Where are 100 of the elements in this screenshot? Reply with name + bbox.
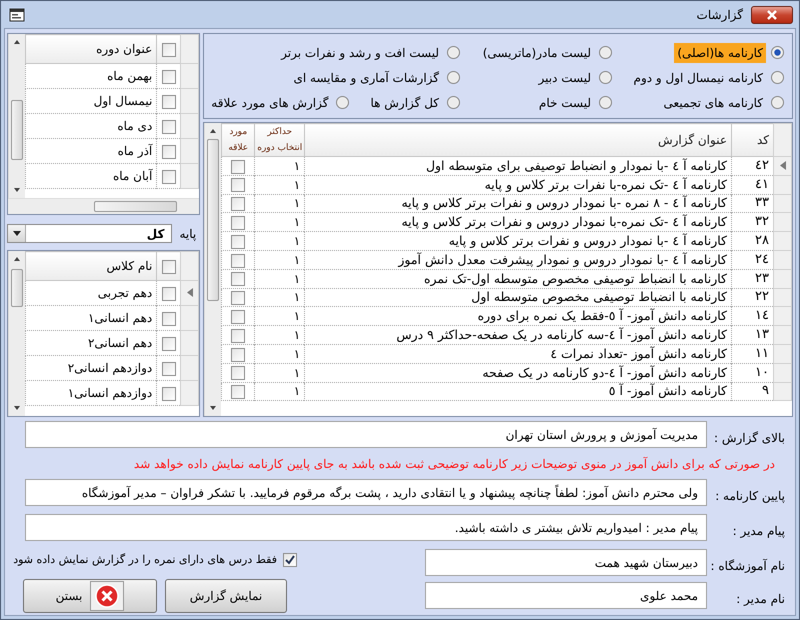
favorite-checkbox[interactable]	[231, 234, 246, 249]
table-cell: ١	[254, 250, 305, 270]
favorite-checkbox[interactable]	[231, 291, 246, 306]
close-button[interactable]: بستن	[23, 579, 157, 613]
table-cell: ٩	[732, 382, 774, 401]
column-header[interactable]: حداکثر انتخاب دوره	[254, 124, 305, 156]
row-checkbox[interactable]	[162, 70, 176, 84]
radio-icon	[599, 46, 612, 59]
close-button[interactable]	[751, 6, 793, 24]
row-checkbox[interactable]	[162, 120, 176, 134]
table-cell: ١	[254, 363, 305, 382]
field-label: پایین کارنامه :	[714, 488, 786, 505]
check-icon	[285, 555, 295, 566]
table-cell: کارنامه آ ٤ -تک نمره-با نمودار دروس و نفرات برتر کلاس و پایه	[304, 212, 732, 232]
app-icon	[9, 6, 25, 22]
table-cell: ٤٢	[732, 156, 774, 176]
row-checkbox[interactable]	[162, 286, 176, 301]
report-type-radio[interactable]: لیست مادر(ماتریسی)	[480, 42, 612, 62]
column-header[interactable]: عنوان گزارش	[304, 124, 732, 156]
table-cell: ٤١	[732, 175, 774, 194]
only-graded-checkbox[interactable]: فقط درس های دارای نمره را در گزارش نمایش داده شود	[13, 552, 297, 568]
table-cell: کارنامه با انضباط توصیفی مخصوص متوسطه اول	[304, 288, 732, 307]
text-field[interactable]: دبیرستان شهید همت	[425, 549, 707, 576]
report-type-radio[interactable]: گزارش های مورد علاقه	[208, 92, 350, 112]
radio-icon	[771, 71, 784, 84]
field-label: نام آموزشگاه :	[710, 558, 786, 575]
column-header[interactable]: عنوان دوره	[26, 34, 157, 64]
text-field[interactable]: محمد علوی	[425, 582, 707, 609]
table-cell: ١	[254, 194, 305, 213]
radio-icon	[447, 96, 460, 109]
grade-label: پایه	[180, 226, 196, 242]
radio-icon	[771, 46, 784, 59]
favorite-checkbox[interactable]	[231, 254, 246, 268]
table-cell: ١	[254, 156, 305, 176]
row-indicator-icon	[186, 288, 193, 297]
row-indicator-icon	[780, 160, 786, 170]
report-type-radio[interactable]: کل گزارش ها	[367, 92, 460, 112]
table-cell: ١	[254, 382, 305, 401]
report-type-radio[interactable]: لیست دبیر	[535, 68, 612, 88]
row-checkbox[interactable]	[162, 312, 176, 326]
favorite-checkbox[interactable]	[231, 178, 246, 192]
report-type-radio[interactable]: کارنامه های تجمیعی	[660, 92, 784, 112]
grade-dropdown[interactable]: کل	[7, 224, 172, 243]
favorite-checkbox[interactable]	[231, 197, 246, 212]
favorite-checkbox[interactable]	[231, 348, 246, 362]
field-label: بالای گزارش :	[712, 430, 786, 447]
table-cell: ٣٢	[732, 212, 774, 232]
favorite-checkbox[interactable]	[231, 310, 246, 324]
row-checkbox[interactable]	[162, 94, 176, 109]
report-type-radio[interactable]: لیست افت و رشد و نفرات برتر	[278, 42, 460, 62]
column-header[interactable]: کد	[732, 124, 774, 156]
favorite-checkbox[interactable]	[231, 216, 246, 230]
warning-note: در صورتی که برای دانش آموز در منوی توضیحات زیر کارنامه توضیحی ثبت شده باشد به جای پایین کارنامه نمایش داده خواهد شد	[132, 456, 776, 473]
radio-icon	[599, 96, 612, 109]
favorite-checkbox[interactable]	[231, 366, 246, 380]
table-cell: ١	[254, 306, 305, 326]
caret-icon[interactable]	[8, 225, 26, 242]
vertical-scrollbar[interactable]	[204, 123, 222, 416]
table-cell: ٢٤	[732, 250, 774, 270]
vertical-scrollbar[interactable]	[8, 34, 26, 198]
horizontal-scrollbar[interactable]	[8, 198, 200, 214]
report-type-radio[interactable]: لیست خام	[536, 92, 612, 112]
column-header[interactable]: نام کلاس	[26, 252, 157, 280]
favorite-checkbox[interactable]	[231, 272, 246, 286]
table-cell: ١١	[732, 344, 774, 364]
select-all-checkbox[interactable]	[162, 42, 176, 57]
report-type-radio[interactable]: کارنامه نیمسال اول و دوم	[630, 68, 784, 88]
row-checkbox[interactable]	[162, 336, 176, 351]
field-label: پیام مدیر :	[732, 523, 786, 540]
report-type-radio[interactable]: گزارشات آماری و مقایسه ای	[290, 68, 460, 88]
radio-icon	[771, 96, 784, 109]
row-header[interactable]	[180, 280, 199, 306]
text-field[interactable]: پیام مدیر : امیدواریم تلاش بیشتر ی داشته باشید.	[25, 514, 707, 541]
radio-icon	[336, 96, 350, 109]
row-checkbox[interactable]	[162, 362, 176, 376]
table-cell: کارنامه آ ٤ - ٨ نمره -با نمودار دروس و نفرات برتر کلاس و پایه	[304, 194, 732, 213]
column-header[interactable]: مورد علاقه	[222, 124, 255, 156]
vertical-scrollbar[interactable]	[8, 251, 26, 416]
text-field[interactable]: مدیریت آموزش و پرورش استان تهران	[25, 421, 707, 448]
favorite-checkbox[interactable]	[231, 160, 246, 174]
table-cell: کارنامه آ ٤ -تک نمره-با نفرات برتر کلاس و پایه	[304, 175, 732, 194]
table-cell: کارنامه آ ٤ -با نمودار و انضباط توصیفی برای متوسطه اول	[304, 156, 732, 176]
table-cell: ١	[254, 175, 305, 194]
select-all-checkbox[interactable]	[162, 260, 176, 274]
row-checkbox[interactable]	[162, 170, 176, 184]
favorite-checkbox[interactable]	[231, 328, 246, 343]
table-cell: ١	[254, 269, 305, 288]
row-checkbox[interactable]	[162, 144, 176, 159]
field-label: نام مدیر :	[735, 591, 786, 608]
table-cell: کارنامه دانش آموز- آ ٤-سه کارنامه در یک صفحه-حداکثر ٩ درس	[304, 326, 732, 344]
radio-icon	[599, 71, 612, 84]
table-cell: ١	[254, 326, 305, 344]
row-header[interactable]	[774, 156, 792, 176]
table-cell: کارنامه آ ٤ -با نمودار دروس و نمودار پیشرفت معدل دانش آموز	[304, 250, 732, 270]
table-cell: کارنامه دانش آموز -تعداد نمرات ٤	[304, 344, 732, 364]
text-field[interactable]: ولی محترم دانش آموز: لطفاً چنانچه پیشنهاد و یا انتقادی دارید ، پشت برگه مرقوم فرمایید. با تشکر فراوان – مدیر آموزشگاه	[25, 479, 707, 506]
table-cell: ١	[254, 288, 305, 307]
show-report-button[interactable]: نمایش گزارش	[165, 579, 287, 613]
row-checkbox[interactable]	[162, 386, 176, 401]
favorite-checkbox[interactable]	[231, 385, 246, 400]
